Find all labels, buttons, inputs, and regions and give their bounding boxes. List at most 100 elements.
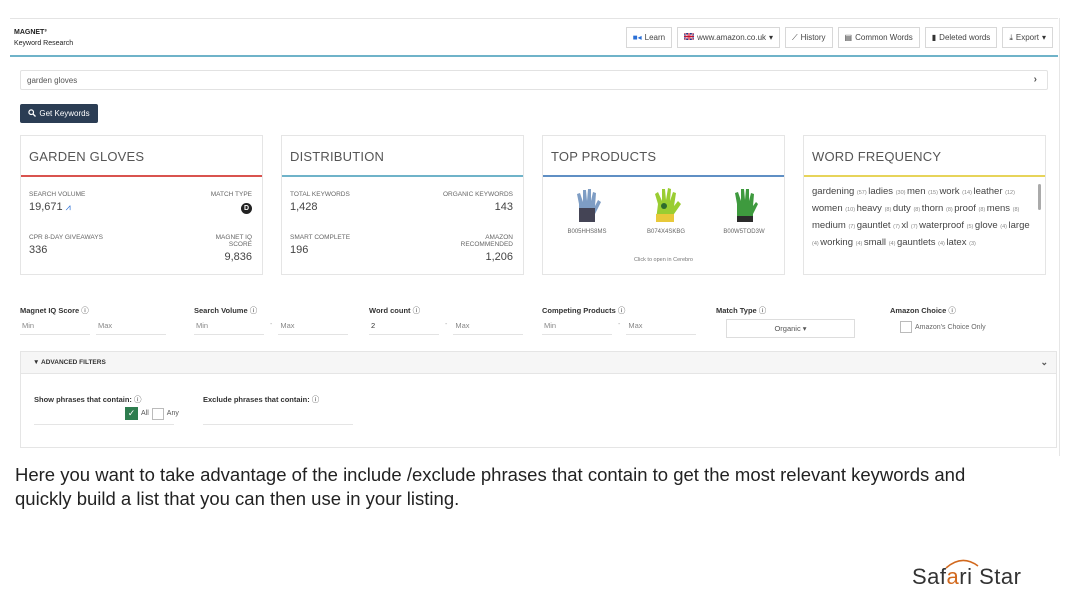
help-icon[interactable]: ⓘ	[134, 395, 142, 404]
glove-image	[646, 184, 686, 224]
word-frequency-count: (10)	[845, 207, 857, 213]
top-bar: MAGNET³ Keyword Research ■◂ Learn www.am…	[10, 19, 1058, 57]
iq-max-input[interactable]: Max	[96, 321, 166, 335]
filter-label: Search Volume	[194, 306, 248, 315]
chevron-right-icon[interactable]: ›	[1034, 74, 1037, 85]
word-frequency-word[interactable]: thorn	[922, 203, 946, 214]
marketplace-select[interactable]: www.amazon.co.uk ▾	[677, 27, 781, 48]
word-frequency-word[interactable]: proof	[954, 203, 978, 214]
product-item[interactable]: B00W5TOD3W	[714, 184, 774, 235]
help-icon[interactable]: ⓘ	[312, 395, 320, 404]
help-icon[interactable]: ⓘ	[618, 306, 626, 315]
slide-caption: Here you want to take advantage of the i…	[15, 464, 966, 509]
iq-min-input[interactable]: Min	[20, 321, 90, 335]
match-type-stat: MATCH TYPE D	[192, 191, 252, 214]
word-frequency-word[interactable]: heavy	[857, 203, 885, 214]
word-frequency-word[interactable]: large	[1009, 220, 1030, 231]
word-frequency-word[interactable]: gardening	[812, 186, 857, 197]
word-frequency-count: (15)	[928, 190, 940, 196]
export-button[interactable]: ⤓ Export ▾	[1002, 27, 1053, 48]
word-frequency-word[interactable]: small	[864, 237, 889, 248]
match-type-filter: Match Type ⓘ	[716, 305, 876, 316]
word-frequency-word[interactable]: glove	[975, 220, 1000, 231]
learn-button[interactable]: ■◂ Learn	[625, 27, 673, 48]
brand: MAGNET³ Keyword Research	[14, 27, 73, 49]
word-frequency-count: (4)	[1000, 224, 1009, 230]
iq-score-filter: Magnet IQ Score ⓘ Min Max	[20, 305, 180, 335]
safari-star-logo: Safari Star	[912, 556, 1062, 596]
match-type-label: MATCH TYPE	[210, 191, 252, 198]
word-frequency-word[interactable]: duty	[893, 203, 914, 214]
distribution-card: DISTRIBUTION TOTAL KEYWORDS 1,428 ORGANI…	[281, 135, 524, 275]
deleted-words-label: Deleted words	[939, 33, 991, 42]
advanced-filters-panel: ▼ ADVANCED FILTERS ⌄ Show phrases that c…	[20, 351, 1057, 448]
competing-max-input[interactable]: Max	[626, 321, 697, 335]
product-item[interactable]: B074X4SKBG	[636, 184, 696, 235]
scrollbar[interactable]	[1038, 184, 1041, 210]
word-frequency-word[interactable]: mens	[987, 203, 1013, 214]
word-frequency-count: (4)	[812, 241, 821, 247]
card-title: GARDEN GLOVES	[21, 136, 262, 177]
volume-min-input[interactable]: Min	[194, 321, 264, 335]
cpr-label: CPR 8-DAY GIVEAWAYS	[29, 234, 103, 241]
chevron-down-icon[interactable]: ⌄	[1040, 357, 1048, 368]
common-words-button[interactable]: ▤ Common Words	[837, 27, 920, 48]
any-option-label[interactable]: Any	[167, 410, 179, 417]
show-phrases-label: Show phrases that contain: ⓘ	[34, 394, 142, 405]
organic-keywords-value: 143	[494, 201, 513, 213]
word-frequency-word[interactable]: men	[907, 186, 928, 197]
get-keywords-button[interactable]: Get Keywords	[20, 104, 98, 123]
match-type-select[interactable]: Organic ▾	[726, 319, 855, 338]
bookmark-icon: ▮	[931, 33, 937, 42]
help-icon[interactable]: ⓘ	[759, 306, 767, 315]
smart-complete-label: SMART COMPLETE	[290, 234, 351, 241]
total-keywords-value: 1,428	[290, 201, 318, 213]
chevron-down-icon: ▾	[1041, 33, 1046, 42]
show-phrases-input[interactable]	[34, 424, 174, 425]
help-icon[interactable]: ⓘ	[250, 306, 258, 315]
all-option-label[interactable]: All	[141, 410, 149, 417]
word-frequency-word[interactable]: xl	[901, 220, 911, 231]
word-frequency-word[interactable]: leather	[973, 186, 1005, 197]
competing-min-input[interactable]: Min	[542, 321, 612, 335]
exclude-phrases-text: Exclude phrases that contain:	[203, 395, 310, 404]
advanced-filters-header[interactable]: ▼ ADVANCED FILTERS ⌄	[21, 352, 1056, 374]
amazon-choice-checkbox[interactable]	[900, 321, 912, 333]
trend-chart-icon[interactable]: ⩘	[66, 202, 71, 212]
volume-max-input[interactable]: Max	[278, 321, 349, 335]
word-frequency-count: (12)	[1005, 190, 1015, 196]
word-frequency-word[interactable]: waterproof	[919, 220, 967, 231]
iq-score-stat: MAGNET IQ SCORE 9,836	[192, 234, 252, 263]
word-frequency-word[interactable]: working	[820, 237, 855, 248]
get-keywords-label: Get Keywords	[39, 109, 90, 118]
smart-complete-stat: SMART COMPLETE 196	[290, 234, 370, 256]
help-icon[interactable]: ⓘ	[948, 306, 956, 315]
organic-keywords-label: ORGANIC KEYWORDS	[442, 191, 513, 198]
word-count-min-input[interactable]: 2	[369, 321, 439, 335]
word-frequency-word[interactable]: work	[939, 186, 962, 197]
amazon-choice-option[interactable]: Amazon's Choice Only	[900, 321, 986, 333]
competing-products-filter: Competing Products ⓘ Min - Max	[542, 305, 702, 335]
any-checkbox[interactable]	[151, 407, 164, 420]
learn-label: Learn	[644, 33, 666, 42]
history-button[interactable]: ⟋ History	[785, 27, 833, 48]
word-frequency-word[interactable]: medium	[812, 220, 848, 231]
check-icon[interactable]: ✓	[125, 407, 138, 420]
word-frequency-count: (8)	[945, 207, 955, 213]
word-count-max-input[interactable]: Max	[453, 321, 524, 335]
help-icon[interactable]: ⓘ	[413, 306, 421, 315]
filter-label: Competing Products	[542, 306, 616, 315]
open-in-cerebro-note[interactable]: Click to open in Cerebro	[543, 257, 784, 263]
word-frequency-word[interactable]: gauntlet	[857, 220, 893, 231]
product-item[interactable]: B005HHS8MS	[557, 184, 617, 235]
deleted-words-button[interactable]: ▮ Deleted words	[924, 27, 998, 48]
word-frequency-word[interactable]: latex	[946, 237, 969, 248]
glove-image	[567, 184, 607, 224]
logo-text: Safari Star	[912, 564, 1022, 589]
word-frequency-word[interactable]: gauntlets	[897, 237, 938, 248]
keyword-search-input[interactable]: garden gloves ›	[20, 70, 1048, 90]
word-frequency-word[interactable]: women	[812, 203, 845, 214]
help-icon[interactable]: ⓘ	[81, 306, 89, 315]
exclude-phrases-input[interactable]	[203, 424, 353, 425]
word-frequency-word[interactable]: ladies	[868, 186, 895, 197]
